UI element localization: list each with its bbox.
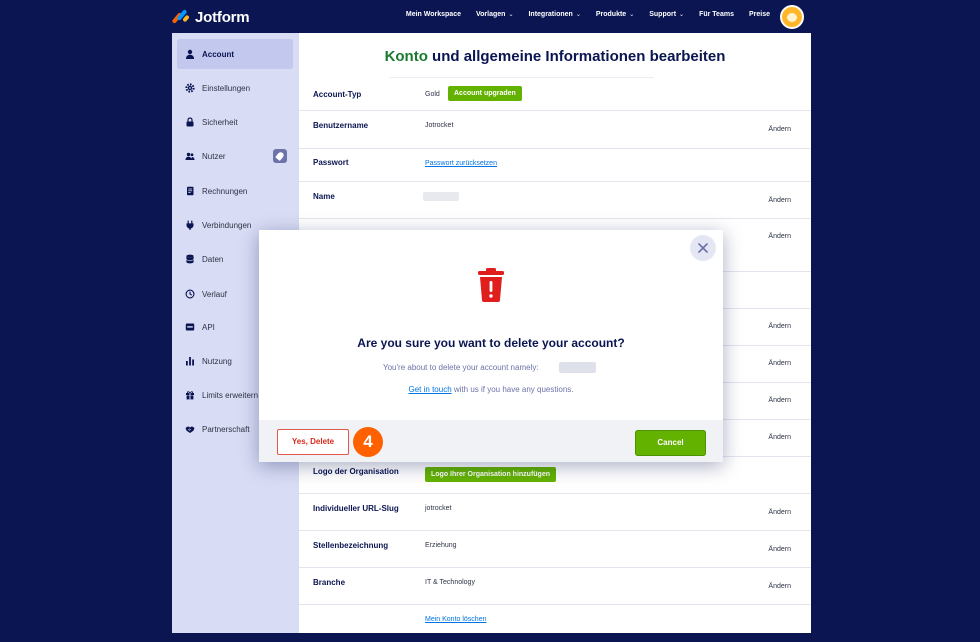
api-icon (185, 322, 195, 332)
plug-icon (185, 220, 195, 230)
change-slug-link[interactable]: Ändern (768, 509, 791, 516)
gear-icon (185, 83, 195, 93)
delete-account-modal: Are you sure you want to delete your acc… (259, 230, 723, 462)
sidebar-item-account[interactable]: Account (177, 39, 293, 69)
row-password: Passwort Passwort zurücksetzen (299, 148, 811, 181)
nav-link-integrations[interactable]: Integrationen ⌄ (528, 11, 580, 18)
close-icon (698, 243, 708, 253)
change-job-title-link[interactable]: Ändern (768, 546, 791, 553)
change-link[interactable]: Ändern (768, 323, 791, 330)
invoice-icon (185, 186, 195, 196)
jotform-logo[interactable]: Jotform (171, 7, 250, 27)
trash-warning-icon (478, 268, 504, 302)
redacted-account-name (559, 362, 596, 373)
sidebar-item-security[interactable]: Sicherheit (177, 107, 293, 137)
change-email-link[interactable]: Ändern (768, 233, 791, 240)
sidebar-item-invoices[interactable]: Rechnungen (177, 176, 293, 206)
yes-delete-button[interactable]: Yes, Delete (277, 429, 349, 455)
nav-link-products[interactable]: Produkte ⌄ (596, 11, 634, 18)
nav-link-templates[interactable]: Vorlagen ⌄ (476, 11, 513, 18)
history-icon (185, 289, 195, 299)
chevron-down-icon: ⌄ (679, 12, 685, 18)
user-avatar[interactable] (780, 5, 804, 29)
nav-link-pricing[interactable]: Preise (749, 11, 770, 18)
chevron-down-icon: ⌄ (575, 12, 581, 18)
delete-account-link[interactable]: Mein Konto löschen (425, 616, 486, 623)
modal-subtitle: You're about to delete your account name… (383, 363, 539, 372)
redacted-name (423, 192, 459, 201)
top-navigation: Jotform Mein Workspace Vorlagen ⌄ Integra… (0, 0, 980, 33)
chevron-down-icon: ⌄ (508, 12, 514, 18)
get-in-touch-link[interactable]: Get in touch (409, 385, 452, 394)
database-icon (185, 254, 195, 264)
gift-icon (185, 390, 195, 400)
upgrade-account-button[interactable]: Account upgraden (448, 86, 522, 101)
user-icon (185, 49, 195, 59)
reset-password-link[interactable]: Passwort zurücksetzen (425, 160, 497, 167)
add-organization-logo-button[interactable]: Logo Ihrer Organisation hinzufügen (425, 467, 556, 482)
change-username-link[interactable]: Ändern (768, 126, 791, 133)
row-account-type: Account-Typ Gold Account upgraden (299, 78, 811, 110)
nav-link-teams[interactable]: Für Teams (699, 11, 734, 18)
change-link[interactable]: Ändern (768, 397, 791, 404)
users-icon (185, 151, 195, 161)
change-link[interactable]: Ändern (768, 434, 791, 441)
nav-link-workspace[interactable]: Mein Workspace (406, 11, 461, 18)
handshake-icon (185, 424, 195, 434)
modal-title: Are you sure you want to delete your acc… (357, 336, 625, 350)
row-job-title: Stellenbezeichnung Erziehung Ändern (299, 530, 811, 567)
row-username: Benutzername Jotrocket Ändern (299, 110, 811, 148)
row-delete-account: Mein Konto löschen (299, 604, 811, 633)
modal-footer: Yes, Delete 4 Cancel (259, 420, 723, 462)
change-name-link[interactable]: Ändern (768, 197, 791, 204)
nav-links: Mein Workspace Vorlagen ⌄ Integrationen ⌄ … (406, 11, 770, 18)
close-modal-button[interactable] (690, 235, 716, 261)
rocket-icon (273, 149, 287, 163)
bar-chart-icon (185, 356, 195, 366)
cancel-button[interactable]: Cancel (635, 430, 706, 456)
modal-contact-text: Get in touch with us if you have any que… (408, 385, 574, 394)
row-name: Name Ändern (299, 181, 811, 218)
brand-name: Jotform (195, 8, 250, 26)
lock-icon (185, 117, 195, 127)
change-link[interactable]: Ändern (768, 360, 791, 367)
chevron-down-icon: ⌄ (629, 12, 635, 18)
sidebar-item-settings[interactable]: Einstellungen (177, 73, 293, 103)
page-title: Konto und allgemeine Informationen bearb… (384, 48, 726, 65)
nav-link-support[interactable]: Support ⌄ (649, 11, 684, 18)
step-number-badge: 4 (353, 427, 383, 457)
row-industry: Branche IT & Technology Ändern (299, 567, 811, 604)
row-url-slug: Individueller URL-Slug jotrocket Ändern (299, 493, 811, 530)
jotform-logo-icon (171, 9, 190, 25)
change-industry-link[interactable]: Ändern (768, 583, 791, 590)
sidebar-item-users[interactable]: Nutzer (177, 141, 293, 171)
